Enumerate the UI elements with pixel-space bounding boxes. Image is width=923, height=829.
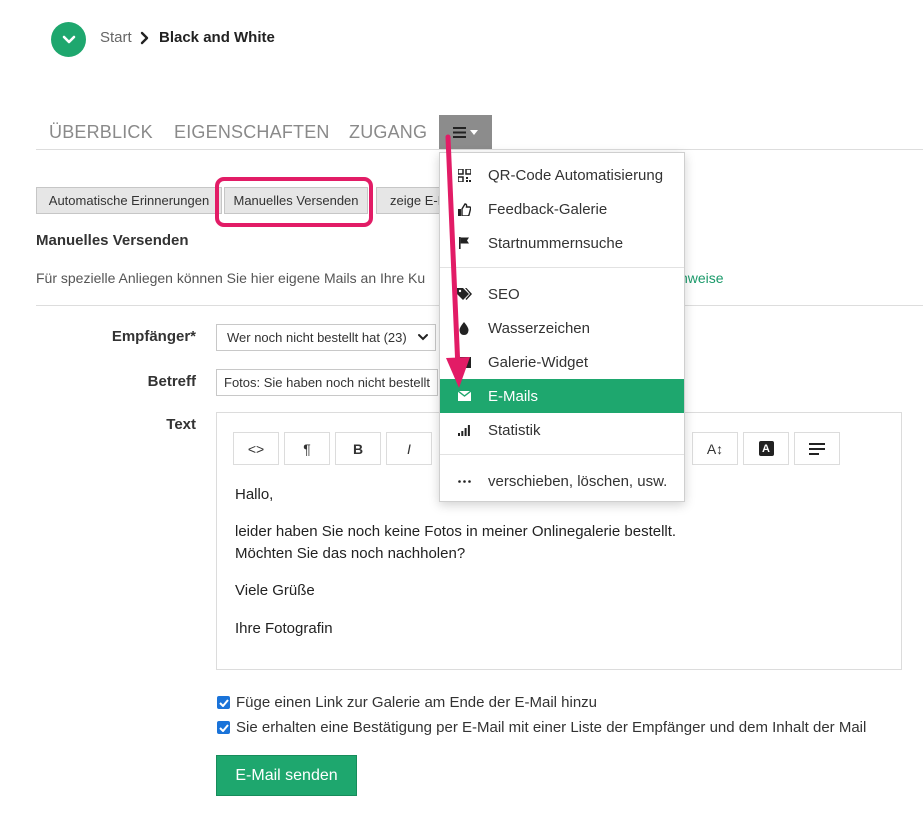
text-color-button[interactable]: A — [743, 432, 789, 465]
font-size-button[interactable]: A↕ — [692, 432, 738, 465]
tags-icon — [440, 287, 488, 301]
editor-text-line: Hallo, — [235, 486, 274, 503]
subtab-automatic-reminders[interactable]: Automatische Erinnerungen — [36, 187, 222, 214]
thumbs-up-icon — [440, 202, 488, 216]
tab-more-menu-button[interactable] — [439, 115, 492, 150]
italic-button[interactable]: I — [386, 432, 432, 465]
menu-divider — [440, 267, 684, 268]
chevron-down-icon — [418, 334, 428, 341]
caret-down-icon — [470, 130, 478, 135]
menu-item-gallery-widget[interactable]: Galerie-Widget — [440, 345, 684, 379]
menu-item-label: Feedback-Galerie — [488, 200, 608, 218]
drop-icon — [440, 321, 488, 335]
highlight-box — [215, 177, 373, 227]
checkmark-icon — [218, 723, 229, 732]
section-description: Für spezielle Anliegen können Sie hier e… — [36, 270, 426, 286]
confirmation-email-label: Sie erhalten eine Bestätigung per E-Mail… — [236, 719, 867, 736]
home-button[interactable] — [51, 22, 86, 57]
menu-item-label: Startnummernsuche — [488, 234, 624, 252]
recipient-label: Empfänger* — [111, 328, 196, 345]
recipient-select-value: Wer noch nicht bestellt hat (23) — [227, 330, 407, 345]
breadcrumb-start[interactable]: Start — [100, 29, 132, 46]
menu-item-label: verschieben, löschen, usw. — [488, 472, 668, 490]
menu-item-seo[interactable]: SEO — [440, 277, 684, 311]
editor-text-line: Möchten Sie das noch nachholen? — [235, 545, 466, 562]
breadcrumb-separator-icon — [140, 29, 150, 49]
recipient-select[interactable]: Wer noch nicht bestellt hat (23) — [216, 324, 436, 351]
confirmation-email-checkbox[interactable] — [217, 721, 230, 734]
tabs-divider — [36, 149, 923, 150]
tab-overview[interactable]: ÜBERBLICK — [49, 122, 153, 143]
include-gallery-link-label: Füge einen Link zur Galerie am Ende der … — [236, 694, 598, 711]
menu-item-emails[interactable]: E-Mails — [440, 379, 684, 413]
menu-item-watermark[interactable]: Wasserzeichen — [440, 311, 684, 345]
tab-access[interactable]: ZUGANG — [349, 122, 427, 143]
menu-item-label: Statistik — [488, 421, 541, 439]
menu-item-move-delete[interactable]: verschieben, löschen, usw. — [440, 464, 684, 498]
more-menu-dropdown: QR-Code Automatisierung Feedback-Galerie… — [439, 152, 685, 502]
subtab-show-emails[interactable]: zeige E-M — [376, 187, 440, 214]
menu-item-bib-search[interactable]: Startnummernsuche — [440, 226, 684, 260]
bar-chart-icon — [440, 424, 488, 436]
flag-icon — [440, 237, 488, 249]
menu-item-statistics[interactable]: Statistik — [440, 413, 684, 447]
subject-input[interactable]: Fotos: Sie haben noch nicht bestellt — [216, 369, 438, 396]
editor-text-line: leider haben Sie noch keine Fotos in mei… — [235, 523, 677, 540]
menu-item-label: SEO — [488, 285, 520, 303]
menu-item-label: Galerie-Widget — [488, 353, 589, 371]
menu-divider — [440, 454, 684, 455]
editor-text-line: Ihre Fotografin — [235, 620, 333, 637]
text-label: Text — [166, 416, 196, 433]
envelope-icon — [440, 391, 488, 401]
checkmark-icon — [218, 698, 229, 707]
menu-item-label: Wasserzeichen — [488, 319, 590, 337]
subject-label: Betreff — [147, 373, 196, 390]
paragraph-button[interactable]: ¶ — [284, 432, 330, 465]
menu-item-qr-code[interactable]: QR-Code Automatisierung — [440, 158, 684, 192]
qr-code-icon — [440, 168, 488, 182]
section-title: Manuelles Versenden — [36, 232, 189, 249]
send-email-button[interactable]: E-Mail senden — [216, 755, 357, 796]
widget-icon — [440, 356, 488, 368]
editor-text-line: Viele Grüße — [235, 582, 315, 599]
align-button[interactable] — [794, 432, 840, 465]
align-left-icon — [809, 442, 825, 455]
ellipsis-icon — [440, 479, 488, 483]
bold-button[interactable]: B — [335, 432, 381, 465]
section-help-link[interactable]: nweise — [680, 270, 724, 286]
breadcrumb-current: Black and White — [159, 29, 275, 46]
menu-item-label: E-Mails — [488, 387, 539, 405]
menu-item-feedback-gallery[interactable]: Feedback-Galerie — [440, 192, 684, 226]
text-color-icon: A — [758, 441, 774, 456]
tab-properties[interactable]: EIGENSCHAFTEN — [174, 122, 330, 143]
code-view-button[interactable]: <> — [233, 432, 279, 465]
chevron-down-icon — [62, 35, 75, 43]
menu-item-label: QR-Code Automatisierung — [488, 166, 664, 184]
hamburger-menu-icon — [453, 127, 466, 138]
include-gallery-link-checkbox[interactable] — [217, 696, 230, 709]
